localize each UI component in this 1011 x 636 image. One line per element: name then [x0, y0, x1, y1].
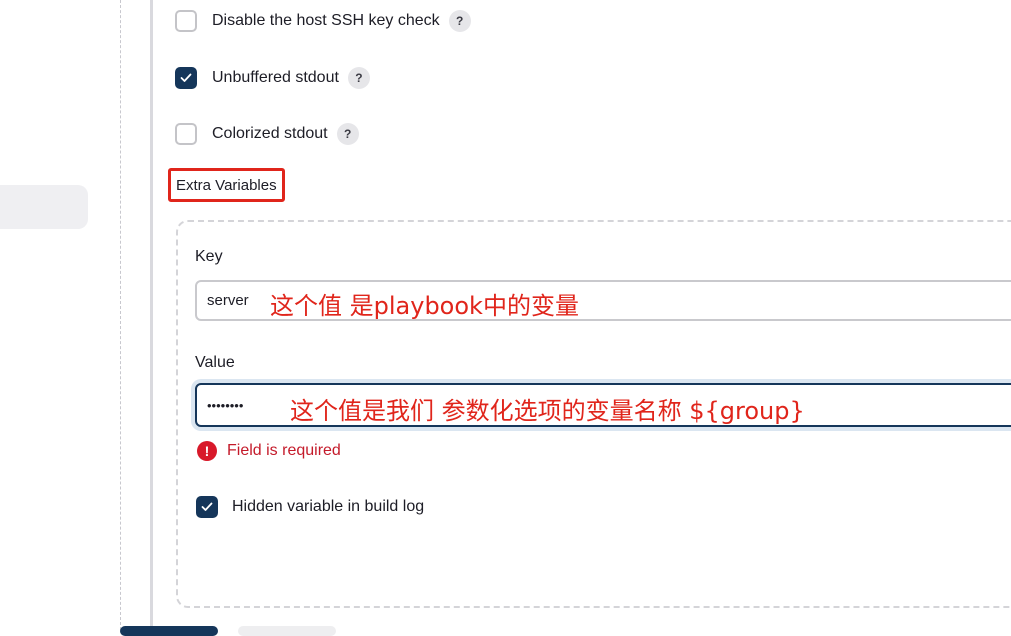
- error-text: Field is required: [227, 442, 341, 459]
- help-icon[interactable]: ?: [448, 10, 471, 32]
- value-annotation: 这个值是我们 参数化选项的变量名称 ${group}: [290, 397, 805, 425]
- option-hidden-variable: Hidden variable in build log: [196, 496, 424, 518]
- sidebar-selected-item[interactable]: [0, 185, 88, 229]
- key-annotation: 这个值 是playbook中的变量: [270, 292, 579, 320]
- value-label: Value: [195, 354, 235, 371]
- save-button[interactable]: [120, 626, 218, 636]
- option-disable-ssh-key-check: Disable the host SSH key check ?: [175, 10, 471, 32]
- help-icon[interactable]: ?: [347, 67, 370, 89]
- error-icon: !: [197, 441, 217, 461]
- outer-section-border: [120, 0, 121, 630]
- help-icon[interactable]: ?: [336, 123, 359, 145]
- unbuffered-stdout-checkbox[interactable]: [175, 67, 197, 89]
- section-divider: [150, 0, 153, 630]
- value-masked-text: ••••••••: [207, 397, 244, 413]
- extra-variables-title: Extra Variables: [176, 176, 277, 194]
- apply-button[interactable]: [238, 626, 336, 636]
- unbuffered-stdout-label: Unbuffered stdout: [212, 69, 339, 86]
- value-error-message: ! Field is required: [197, 441, 341, 461]
- checkmark-icon: [201, 502, 213, 511]
- hidden-variable-label: Hidden variable in build log: [232, 498, 425, 515]
- checkmark-icon: [180, 73, 192, 82]
- option-unbuffered-stdout: Unbuffered stdout ?: [175, 67, 370, 89]
- disable-ssh-checkbox[interactable]: [175, 10, 197, 32]
- colorized-stdout-label: Colorized stdout: [212, 125, 328, 142]
- option-colorized-stdout: Colorized stdout ?: [175, 123, 359, 145]
- hidden-variable-checkbox[interactable]: [196, 496, 218, 518]
- extra-variables-heading: Extra Variables: [168, 168, 285, 202]
- key-input-value: server: [207, 292, 249, 309]
- colorized-stdout-checkbox[interactable]: [175, 123, 197, 145]
- disable-ssh-label: Disable the host SSH key check: [212, 12, 440, 29]
- key-label: Key: [195, 248, 223, 265]
